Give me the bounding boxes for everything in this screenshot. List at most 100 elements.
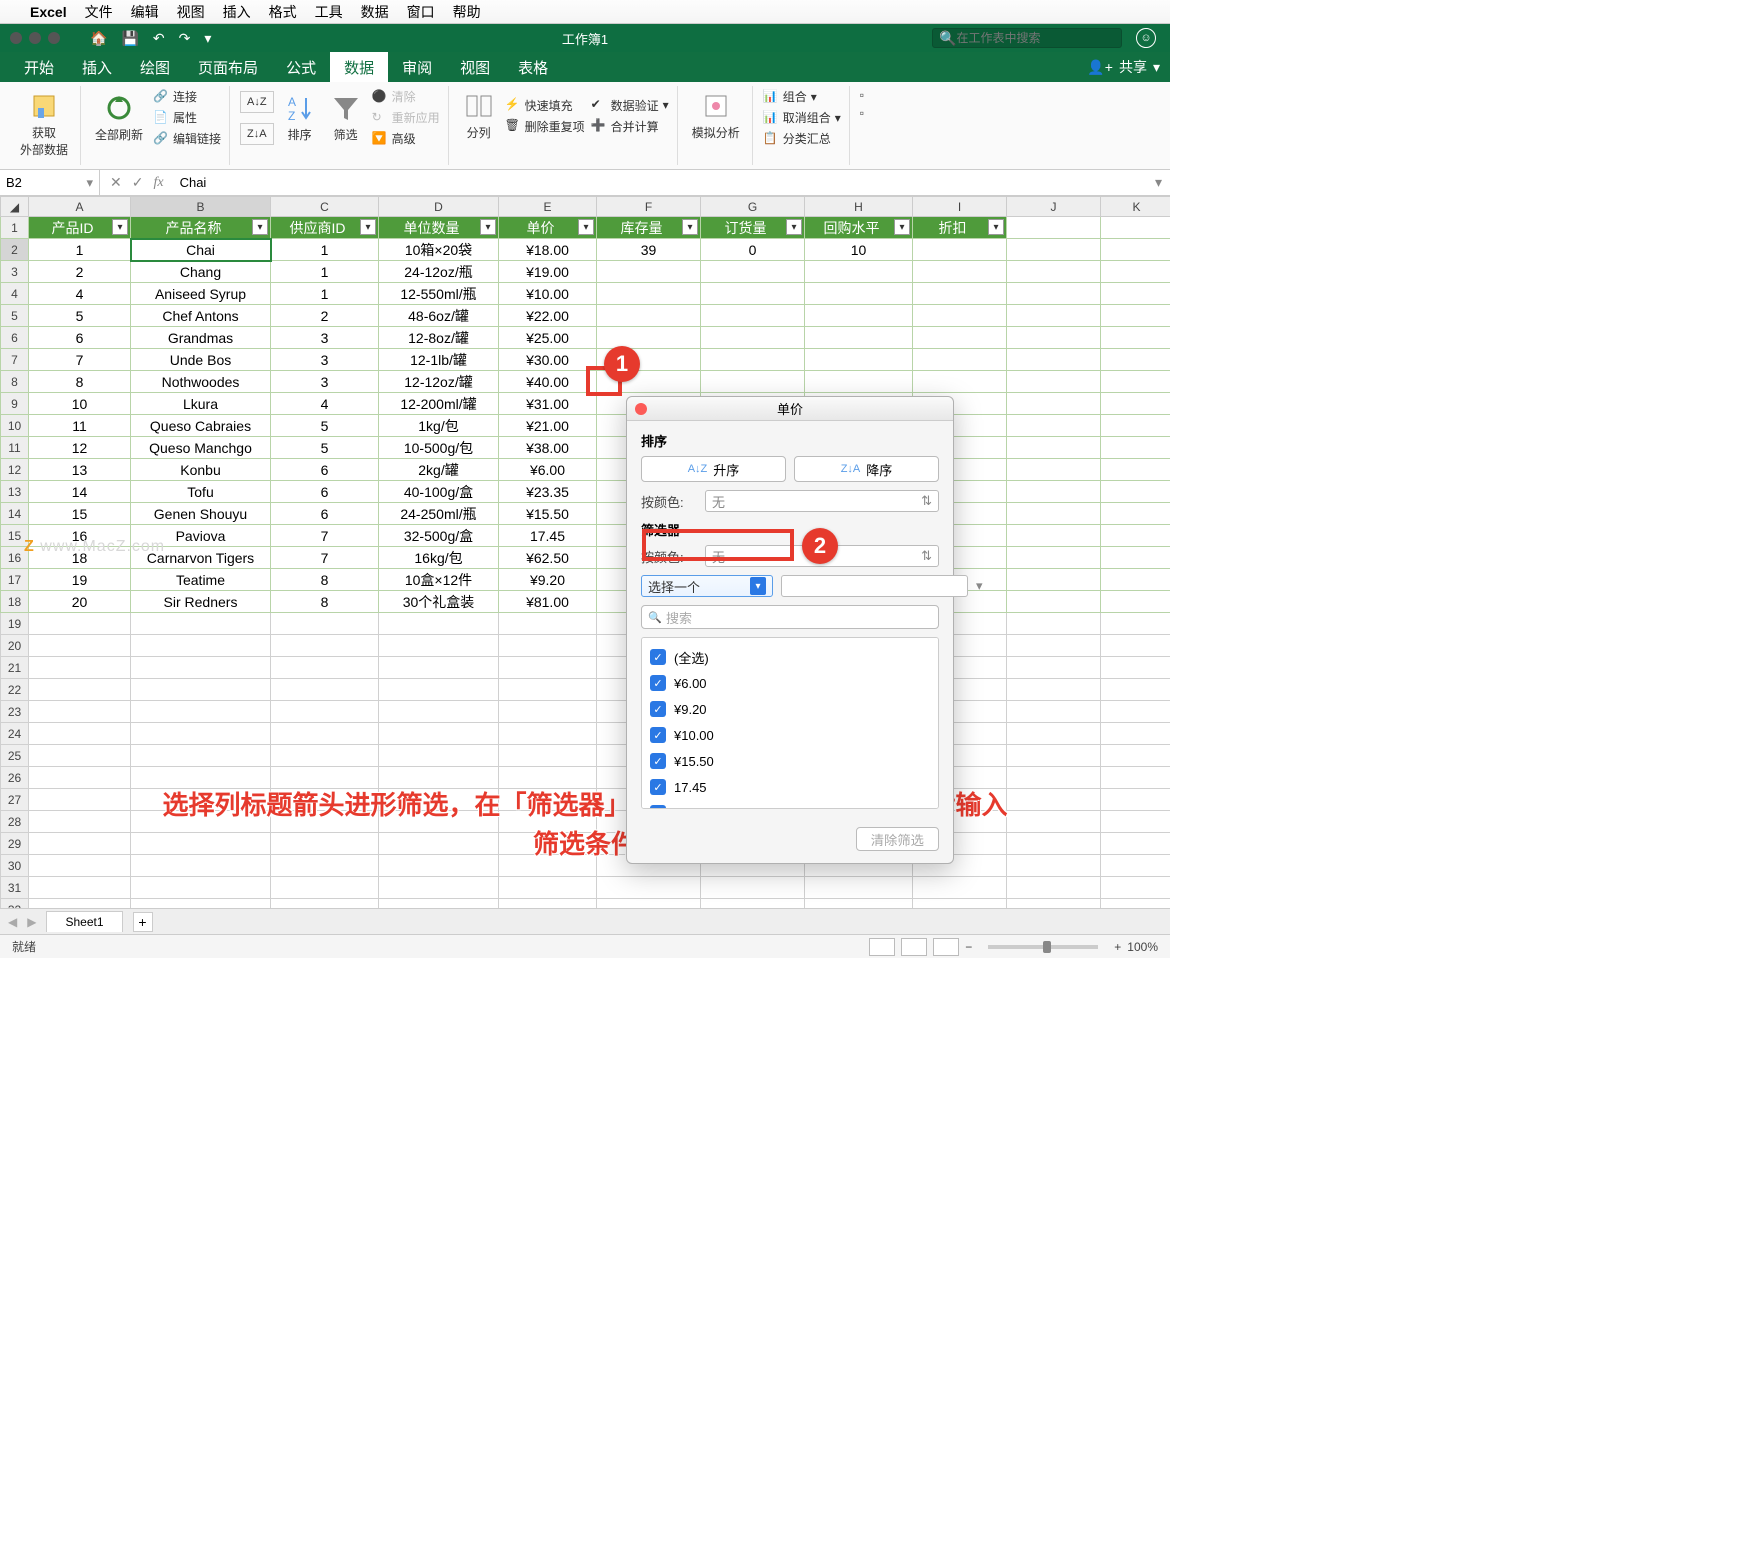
cell[interactable] [379, 745, 499, 767]
group-button[interactable]: 📊组合 ▾ [763, 88, 841, 105]
cell[interactable] [1101, 393, 1171, 415]
cell[interactable]: 40-100g/盒 [379, 481, 499, 503]
cell[interactable] [805, 877, 913, 899]
cell[interactable] [499, 745, 597, 767]
cell[interactable] [499, 877, 597, 899]
cell[interactable]: 5 [271, 415, 379, 437]
cell[interactable] [913, 877, 1007, 899]
cell[interactable] [29, 679, 131, 701]
cell[interactable]: 7 [29, 349, 131, 371]
cell[interactable]: 10盒×12件 [379, 569, 499, 591]
cell[interactable] [1007, 261, 1101, 283]
cell[interactable]: 3 [271, 327, 379, 349]
cell[interactable] [1101, 349, 1171, 371]
cell[interactable]: ¥18.00 [499, 239, 597, 261]
row-27[interactable]: 27 [1, 789, 29, 811]
app-name[interactable]: Excel [30, 4, 67, 20]
cell[interactable] [1007, 657, 1101, 679]
filter-value-input[interactable] [781, 575, 968, 597]
cell[interactable]: ¥31.00 [499, 393, 597, 415]
filter-checkbox-item[interactable]: ✓¥15.50 [650, 748, 930, 774]
cell[interactable] [1101, 437, 1171, 459]
cell[interactable]: 5 [29, 305, 131, 327]
cell[interactable] [271, 657, 379, 679]
share-button[interactable]: 👤+ 共享 ▾ [1087, 57, 1160, 77]
cell[interactable]: 13 [29, 459, 131, 481]
cell[interactable]: Chef Antons [131, 305, 271, 327]
zoom-in-button[interactable]: + [1114, 940, 1121, 954]
cell[interactable]: Tofu [131, 481, 271, 503]
row-8[interactable]: 8 [1, 371, 29, 393]
filter-dropdown-icon[interactable] [252, 219, 268, 235]
cell[interactable]: 10-500g/包 [379, 437, 499, 459]
cell[interactable] [597, 327, 701, 349]
cell[interactable] [805, 899, 913, 909]
row-26[interactable]: 26 [1, 767, 29, 789]
expand-icon[interactable]: ▫ [860, 88, 864, 102]
cell[interactable] [701, 327, 805, 349]
cell[interactable]: 6 [271, 503, 379, 525]
cell[interactable]: 15 [29, 503, 131, 525]
cell[interactable]: 3 [271, 349, 379, 371]
cell[interactable]: ¥25.00 [499, 327, 597, 349]
tab-table[interactable]: 表格 [504, 52, 562, 82]
close-icon[interactable] [635, 403, 647, 415]
cell[interactable] [379, 679, 499, 701]
cell[interactable]: 12-550ml/瓶 [379, 283, 499, 305]
tab-insert[interactable]: 插入 [68, 52, 126, 82]
filter-dropdown-icon[interactable] [578, 219, 594, 235]
cell[interactable] [701, 261, 805, 283]
cell[interactable] [1007, 613, 1101, 635]
redo-icon[interactable]: ↷ [179, 30, 191, 47]
cell[interactable] [29, 899, 131, 909]
cell[interactable] [271, 613, 379, 635]
row-22[interactable]: 22 [1, 679, 29, 701]
cell[interactable] [1007, 701, 1101, 723]
cell[interactable] [1007, 591, 1101, 613]
col-A[interactable]: A [29, 197, 131, 217]
cell[interactable] [1101, 657, 1171, 679]
cell[interactable] [131, 635, 271, 657]
cell[interactable] [805, 371, 913, 393]
menu-tools[interactable]: 工具 [315, 2, 343, 22]
add-sheet-button[interactable]: + [133, 912, 153, 932]
cell[interactable] [1007, 283, 1101, 305]
cell[interactable] [913, 239, 1007, 261]
cell[interactable]: ¥38.00 [499, 437, 597, 459]
filter-checkbox-item[interactable]: ✓¥10.00 [650, 722, 930, 748]
menu-format[interactable]: 格式 [269, 2, 297, 22]
cell[interactable] [271, 899, 379, 909]
row-20[interactable]: 20 [1, 635, 29, 657]
cell[interactable]: Aniseed Syrup [131, 283, 271, 305]
cell[interactable]: 12-200ml/罐 [379, 393, 499, 415]
cell[interactable] [29, 877, 131, 899]
cell[interactable] [29, 613, 131, 635]
cell[interactable] [1101, 459, 1171, 481]
cell[interactable]: Teatime [131, 569, 271, 591]
row-21[interactable]: 21 [1, 657, 29, 679]
filter-dropdown-icon[interactable] [786, 219, 802, 235]
cell[interactable] [1007, 239, 1101, 261]
choose-one-select[interactable]: 选择一个▾ [641, 575, 773, 597]
data-validation-button[interactable]: ✔数据验证 ▾ [591, 97, 669, 114]
cell[interactable]: 10 [805, 239, 913, 261]
connections-button[interactable]: 🔗连接 [153, 88, 221, 105]
sort-button[interactable]: AZ 排序 [280, 90, 320, 145]
cell[interactable] [913, 349, 1007, 371]
cell[interactable]: ¥81.00 [499, 591, 597, 613]
cell[interactable]: 39 [597, 239, 701, 261]
reapply-button[interactable]: ↻重新应用 [372, 109, 440, 126]
menu-help[interactable]: 帮助 [453, 2, 481, 22]
cell[interactable] [131, 745, 271, 767]
row-25[interactable]: 25 [1, 745, 29, 767]
cell[interactable] [131, 899, 271, 909]
menu-edit[interactable]: 编辑 [131, 2, 159, 22]
row-12[interactable]: 12 [1, 459, 29, 481]
sort-az-button[interactable]: A↓Z [240, 91, 274, 113]
cell[interactable] [1101, 679, 1171, 701]
window-controls[interactable] [0, 32, 60, 44]
search-box[interactable]: 🔍 [932, 28, 1122, 48]
col-G[interactable]: G [701, 197, 805, 217]
row-28[interactable]: 28 [1, 811, 29, 833]
col-H[interactable]: H [805, 197, 913, 217]
